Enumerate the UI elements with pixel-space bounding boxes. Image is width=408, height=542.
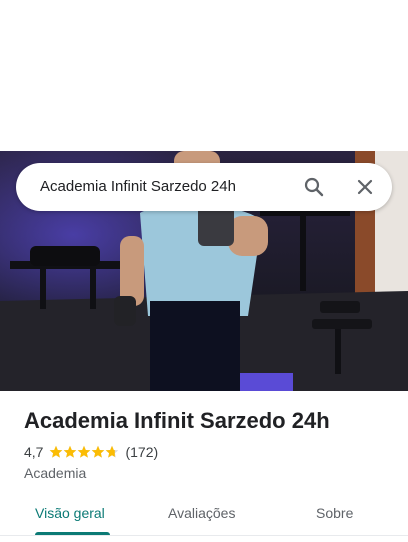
rating-stars [49, 445, 119, 459]
search-bar[interactable]: Academia Infinit Sarzedo 24h [16, 163, 392, 211]
place-category[interactable]: Academia [24, 463, 86, 483]
place-title: Academia Infinit Sarzedo 24h [24, 408, 330, 433]
search-query-text[interactable]: Academia Infinit Sarzedo 24h [40, 163, 236, 211]
review-count[interactable]: (172) [125, 444, 158, 460]
tabs-divider [0, 535, 408, 536]
place-tabs: Visão geral Avaliações Sobre [0, 494, 408, 536]
blank-header-area [0, 0, 408, 151]
search-icon[interactable] [302, 175, 326, 199]
close-icon[interactable] [353, 175, 377, 199]
star-icon [106, 445, 119, 458]
tab-reviews[interactable]: Avaliações [168, 494, 235, 532]
rating-row[interactable]: 4,7 (172) [24, 442, 158, 462]
star-icon [78, 445, 91, 458]
star-icon [50, 445, 63, 458]
star-icon [64, 445, 77, 458]
tab-about[interactable]: Sobre [316, 494, 353, 532]
star-icon [92, 445, 105, 458]
tab-overview[interactable]: Visão geral [35, 494, 105, 532]
rating-value: 4,7 [24, 444, 44, 460]
